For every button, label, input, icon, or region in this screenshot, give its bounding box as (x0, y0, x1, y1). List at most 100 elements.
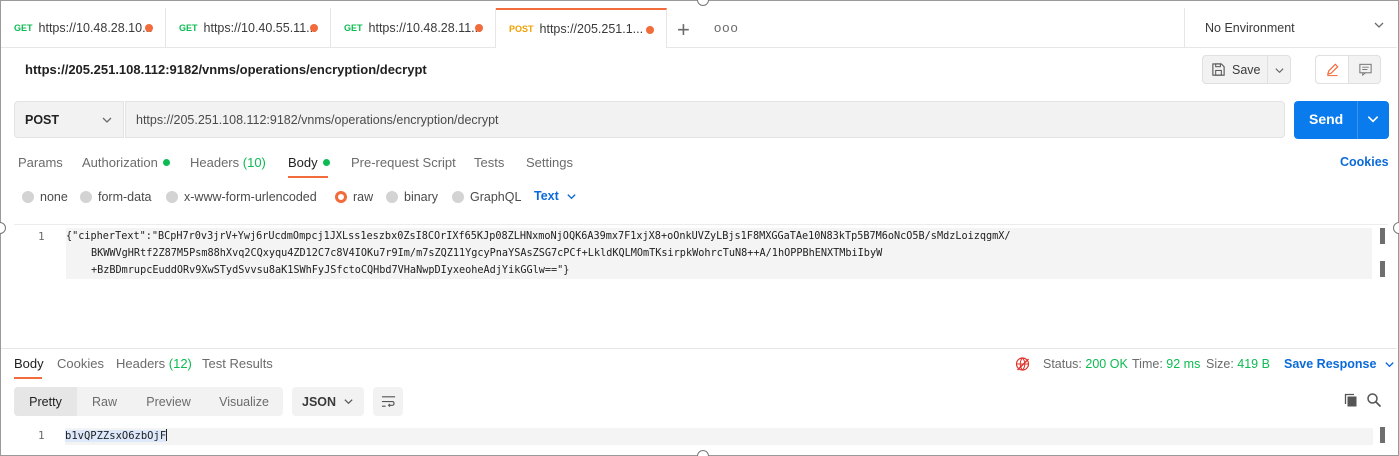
unsaved-dot-icon (646, 26, 654, 34)
radio-label: GraphQL (470, 190, 522, 204)
radio-binary[interactable]: binary (386, 190, 438, 204)
radio-none[interactable]: none (22, 190, 68, 204)
radio-form-data[interactable]: form-data (80, 190, 152, 204)
radio-label: form-data (98, 190, 152, 204)
copy-icon[interactable] (1343, 392, 1359, 408)
globe-warning-icon[interactable] (1015, 356, 1031, 372)
save-response-button[interactable]: Save Response (1284, 357, 1395, 371)
response-time: Time: 92 ms (1132, 357, 1200, 371)
radio-icon (386, 191, 398, 203)
docs-mode-button[interactable] (1349, 56, 1381, 83)
response-body-code[interactable]: b1vQPZZsxO6zbOjF (65, 428, 1373, 445)
radio-x-www-form-urlencoded[interactable]: x-www-form-urlencoded (166, 190, 317, 204)
tab-prerequest-script[interactable]: Pre-request Script (351, 155, 456, 170)
status-label: Status: (1043, 357, 1082, 371)
edit-mode-button[interactable] (1316, 56, 1349, 83)
response-tab-body-underline (14, 377, 42, 379)
save-divider (1267, 56, 1268, 83)
tab-tests[interactable]: Tests (474, 155, 504, 170)
url-input[interactable]: https://205.251.108.112:9182/vnms/operat… (125, 101, 1285, 138)
response-tab-headers[interactable]: Headers (12) (116, 356, 192, 371)
new-tab-plus-icon[interactable]: + (677, 17, 690, 43)
tab-body-underline (288, 176, 328, 178)
chevron-down-icon (102, 117, 112, 123)
tab-url: https://205.251.1... (539, 22, 644, 36)
search-icon[interactable] (1366, 392, 1382, 408)
tab-headers-label: Headers (190, 155, 240, 170)
radio-selected-icon (335, 191, 347, 203)
tab-url: https://10.48.28.11... (368, 21, 482, 35)
tab-url: https://10.40.55.11... (203, 21, 317, 35)
wrap-lines-button[interactable] (373, 387, 403, 416)
text-cursor (166, 429, 168, 441)
comment-icon (1358, 63, 1372, 77)
response-status: Status: 200 OK (1043, 357, 1128, 371)
request-tab[interactable]: GET https://10.48.28.11... (331, 8, 496, 48)
tab-method: GET (14, 23, 33, 33)
response-tab-cookies[interactable]: Cookies (57, 356, 104, 371)
resize-handle-right[interactable] (1393, 222, 1399, 234)
response-scrollbar[interactable] (1380, 427, 1385, 443)
response-divider (1, 348, 1397, 349)
method-value: POST (25, 112, 60, 127)
request-tab-bar: GET https://10.48.28.10... GET https://1… (1, 8, 1397, 48)
request-tab[interactable]: GET https://10.48.28.10... (1, 8, 166, 48)
editor-scrollbar[interactable] (1380, 261, 1385, 277)
response-format-select[interactable]: JSON (292, 387, 364, 416)
save-icon (1212, 63, 1225, 76)
radio-label: binary (404, 190, 439, 204)
code-line: +BzBDmrupcEuddORv9XwSTydSvvsu8aK1SWhFyJS… (91, 265, 570, 276)
view-visualize-button[interactable]: Visualize (205, 387, 283, 416)
tab-url: https://10.48.28.10... (38, 21, 153, 35)
more-tabs-icon[interactable]: ooo (714, 20, 739, 35)
active-indicator-icon (162, 159, 170, 166)
size-value: 419 B (1237, 357, 1270, 371)
tab-method: GET (179, 23, 198, 33)
editor-scrollbar[interactable] (1380, 228, 1385, 244)
response-tab-body[interactable]: Body (14, 356, 44, 371)
chevron-down-icon (1374, 22, 1384, 28)
send-divider (1357, 101, 1358, 139)
radio-graphql[interactable]: GraphQL (452, 190, 521, 204)
save-response-label: Save Response (1284, 357, 1377, 371)
response-size: Size: 419 B (1206, 357, 1270, 371)
save-label: Save (1232, 62, 1261, 77)
raw-format-select[interactable]: Text (534, 189, 577, 203)
save-button[interactable]: Save (1202, 55, 1291, 84)
response-tab-test-results[interactable]: Test Results (202, 356, 273, 371)
view-raw-button[interactable]: Raw (77, 387, 132, 416)
chevron-down-icon[interactable] (1274, 65, 1285, 76)
request-tab-active[interactable]: POST https://205.251.1... (496, 8, 667, 48)
view-preview-button[interactable]: Preview (132, 387, 205, 416)
environment-label: No Environment (1205, 21, 1295, 35)
cookies-link[interactable]: Cookies (1340, 155, 1389, 169)
code-line: BKWWVgHRtf2Z87M5Psm88hXvq2CQxyqu4ZD12C7c… (91, 248, 883, 259)
chevron-down-icon (567, 193, 576, 199)
line-number: 1 (38, 230, 45, 243)
chevron-down-icon[interactable] (1366, 112, 1380, 126)
send-button[interactable]: Send (1294, 101, 1389, 139)
environment-selector[interactable]: No Environment (1184, 8, 1397, 48)
pencil-icon (1326, 63, 1339, 77)
tab-body[interactable]: Body (288, 155, 330, 170)
tab-headers[interactable]: Headers (10) (190, 155, 266, 170)
response-headers-label: Headers (116, 356, 166, 371)
view-pretty-button[interactable]: Pretty (14, 387, 77, 416)
request-tab[interactable]: GET https://10.40.55.11... (166, 8, 331, 48)
time-label: Time: (1132, 357, 1163, 371)
radio-raw[interactable]: raw (335, 190, 373, 204)
radio-label: none (40, 190, 68, 204)
resize-handle-bottom[interactable] (697, 450, 709, 456)
raw-format-value: Text (534, 189, 559, 203)
response-body-text: b1vQPZZsxO6zbOjF (65, 430, 167, 442)
radio-icon (166, 191, 178, 203)
response-headers-count: (12) (168, 356, 192, 371)
tab-settings[interactable]: Settings (526, 155, 573, 170)
request-body-editor[interactable]: 1 {"cipherText":"BCpH7r0v3jrV+Ywj6rUcdmO… (14, 224, 1388, 348)
request-title: https://205.251.108.112:9182/vnms/operat… (25, 62, 427, 77)
radio-icon (22, 191, 34, 203)
tab-authorization[interactable]: Authorization (82, 155, 170, 170)
request-body-code[interactable]: {"cipherText":"BCpH7r0v3jrV+Ywj6rUcdmOmp… (66, 228, 1372, 279)
method-select[interactable]: POST (14, 101, 124, 138)
tab-params[interactable]: Params (18, 155, 63, 170)
